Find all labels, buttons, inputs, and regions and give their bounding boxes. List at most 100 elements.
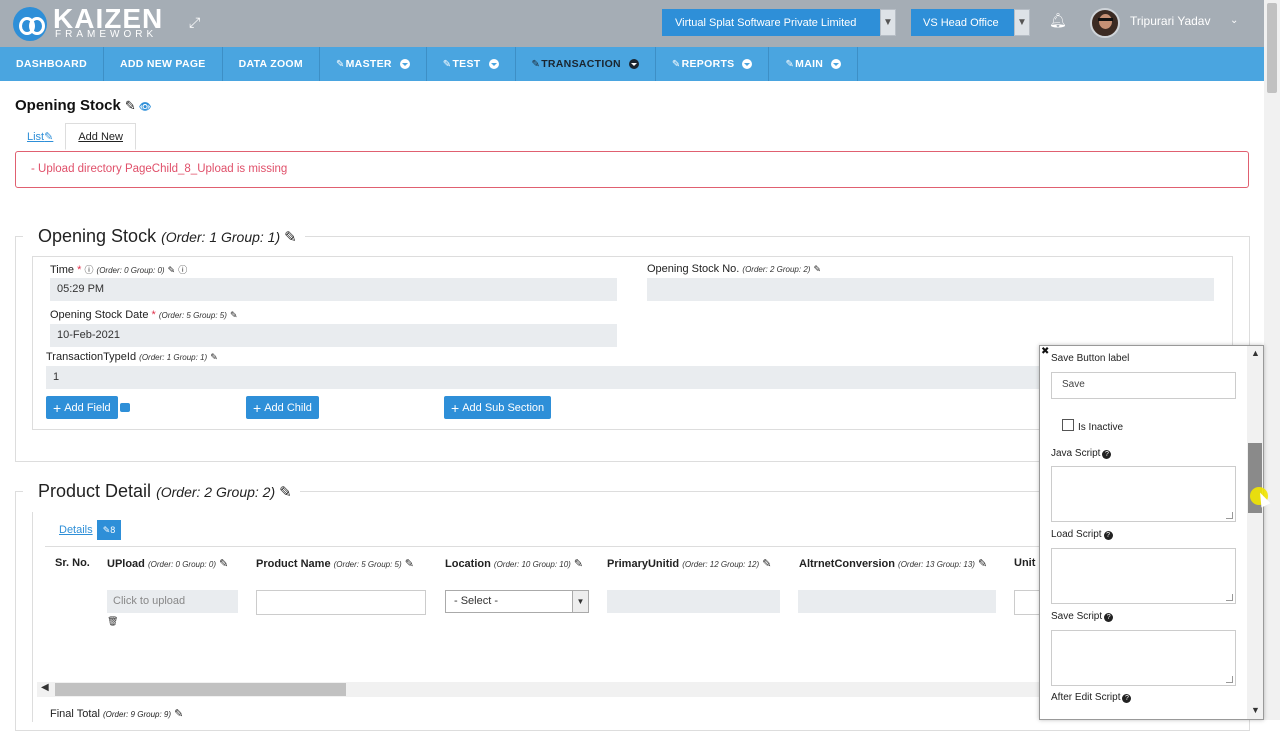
field-options-button[interactable] [120, 403, 130, 412]
location-select[interactable]: - Select - ▼ [445, 590, 589, 613]
java-script-label-text: Java Script [1051, 448, 1101, 459]
nav-test[interactable]: ✎ TEST [427, 47, 516, 81]
tab-add-new[interactable]: Add New [65, 123, 136, 150]
nav-dashboard[interactable]: DASHBOARD [0, 47, 104, 81]
pencil-icon[interactable]: ✎ [168, 265, 176, 275]
save-button-label-input[interactable]: Save [1051, 372, 1236, 399]
opening-stock-date-label: Opening Stock Date * (Order: 5 Group: 5)… [50, 309, 238, 321]
fullscreen-icon[interactable]: ⤢ [189, 15, 203, 29]
pencil-icon[interactable]: ✎ [279, 484, 292, 501]
is-inactive-checkbox[interactable] [1062, 419, 1074, 431]
pencil-icon[interactable]: ✎ [219, 558, 228, 570]
nav-reports[interactable]: ✎ REPORTS [656, 47, 770, 81]
add-sub-section-button[interactable]: + Add Sub Section [444, 396, 552, 419]
opening-stock-date-field[interactable]: 10-Feb-2021 [50, 324, 617, 347]
pencil-icon[interactable]: ✎ [978, 558, 987, 570]
company-select[interactable]: Virtual Splat Software Private Limited ▼ [662, 9, 896, 36]
table-scrollbar-thumb[interactable] [55, 683, 346, 696]
java-script-textarea[interactable] [1051, 466, 1236, 522]
panel-scrollbar[interactable] [1247, 346, 1263, 719]
plus-icon: + [451, 399, 460, 416]
chevron-down-icon[interactable]: ⌄ [1230, 15, 1238, 26]
tab-list[interactable]: List ✎ [15, 123, 65, 150]
section-meta: (Order: 1 Group: 1) [161, 229, 281, 245]
branch-select[interactable]: VS Head Office ▼ [911, 9, 1030, 36]
error-alert: - Upload directory PageChild_8_Upload is… [15, 151, 1249, 188]
avatar[interactable] [1090, 8, 1120, 38]
pencil-icon[interactable]: ✎ [174, 708, 183, 720]
page-scrollbar-thumb[interactable] [1267, 3, 1277, 93]
chevron-left-icon[interactable]: ◀ [41, 682, 49, 693]
chevron-down-icon[interactable]: ▼ [1251, 705, 1260, 715]
nav-data-zoom[interactable]: DATA ZOOM [223, 47, 320, 81]
column-meta: (Order: 12 Group: 12) [682, 560, 760, 569]
plus-icon: + [253, 399, 262, 416]
top-header: KAIZEN FRAMEWORK ⤢ Virtual Splat Softwar… [0, 0, 1264, 47]
unit-input[interactable] [1014, 590, 1040, 615]
column-label: Unit [1014, 557, 1036, 569]
pencil-icon[interactable]: ✎ [284, 229, 297, 246]
pencil-icon[interactable]: ✎ [210, 352, 218, 362]
pencil-icon: ✎ [531, 58, 541, 70]
column-header: Sr. No. [55, 557, 90, 569]
pencil-icon[interactable]: ✎ [405, 558, 414, 570]
pencil-icon[interactable]: ✎ [125, 98, 136, 113]
column-header: UPload (Order: 0 Group: 0) ✎ [107, 557, 228, 570]
column-meta: (Order: 10 Group: 10) [493, 560, 571, 569]
chevron-up-icon[interactable]: ▲ [1251, 348, 1260, 358]
chevron-down-icon: ▼ [572, 591, 588, 612]
pencil-icon: ✎ [102, 524, 111, 535]
add-sub-section-label: Add Sub Section [462, 401, 545, 414]
pencil-icon[interactable]: ✎ [574, 558, 583, 570]
save-script-textarea[interactable] [1051, 630, 1236, 686]
column-label: Product Name [256, 558, 331, 570]
logo-subtitle: FRAMEWORK [55, 29, 158, 40]
plus-icon: + [53, 399, 62, 416]
time-field[interactable]: 05:29 PM [50, 278, 617, 301]
transaction-type-id-field[interactable]: 1 [46, 366, 1040, 389]
pencil-icon[interactable]: ✎ [230, 310, 238, 320]
nav-add-new-page[interactable]: ADD NEW PAGE [104, 47, 223, 81]
company-select-value: Virtual Splat Software Private Limited [675, 16, 857, 29]
help-icon[interactable]: ? [1104, 613, 1114, 622]
branch-select-value: VS Head Office [923, 16, 999, 29]
opening-stock-no-label-text: Opening Stock No. [647, 263, 740, 275]
nav-transaction[interactable]: ✎ TRANSACTION [516, 47, 656, 81]
section-title: Opening Stock (Order: 1 Group: 1) ✎ [23, 226, 305, 247]
alert-text: - Upload directory PageChild_8_Upload is… [31, 163, 288, 175]
eye-icon[interactable]: 👁︎ [139, 102, 152, 113]
tab-details[interactable]: Details [59, 524, 93, 536]
add-child-button[interactable]: + Add Child [246, 396, 319, 419]
pencil-icon[interactable]: ✎ [814, 264, 822, 274]
field-meta: (Order: 2 Group: 2) [742, 265, 811, 274]
help-icon[interactable]: ? [1102, 450, 1112, 459]
dropdown-circle-icon [399, 59, 410, 69]
divider [45, 546, 1075, 547]
add-field-button[interactable]: + Add Field [46, 396, 118, 419]
main-nav: DASHBOARD ADD NEW PAGE DATA ZOOM ✎ MASTER… [0, 47, 1264, 81]
close-icon[interactable]: ✖ [1041, 346, 1049, 357]
after-edit-script-label-text: After Edit Script [1051, 692, 1121, 703]
opening-stock-no-field[interactable] [647, 278, 1214, 301]
help-icon[interactable]: ? [1103, 531, 1113, 540]
tab-list-label: List [27, 130, 45, 143]
user-name[interactable]: Tripurari Yadav [1130, 14, 1210, 28]
pencil-icon[interactable]: ✎ [762, 558, 771, 570]
nav-main[interactable]: ✎ MAIN [769, 47, 859, 81]
details-edit-badge[interactable]: ✎ 8 [97, 520, 121, 540]
add-field-label: Add Field [64, 401, 111, 414]
load-script-textarea[interactable] [1051, 548, 1236, 604]
chevron-down-icon[interactable]: ▼ [1014, 9, 1030, 36]
page-scrollbar[interactable] [1264, 0, 1280, 720]
product-name-input[interactable] [256, 590, 426, 615]
kaizen-logo[interactable]: KAIZEN FRAMEWORK [13, 3, 193, 43]
help-icon[interactable]: ? [1122, 694, 1132, 703]
save-script-label-text: Save Script [1051, 611, 1103, 622]
bell-icon[interactable]: 🔔︎ [1049, 12, 1067, 28]
column-label: AltrnetConversion [799, 558, 895, 570]
chevron-down-icon[interactable]: ▼ [880, 9, 896, 36]
nav-label: MASTER [345, 58, 392, 70]
trash-icon[interactable]: 🗑︎ [107, 616, 118, 627]
upload-cell[interactable]: Click to upload [107, 590, 238, 613]
nav-master[interactable]: ✎ MASTER [320, 47, 427, 81]
